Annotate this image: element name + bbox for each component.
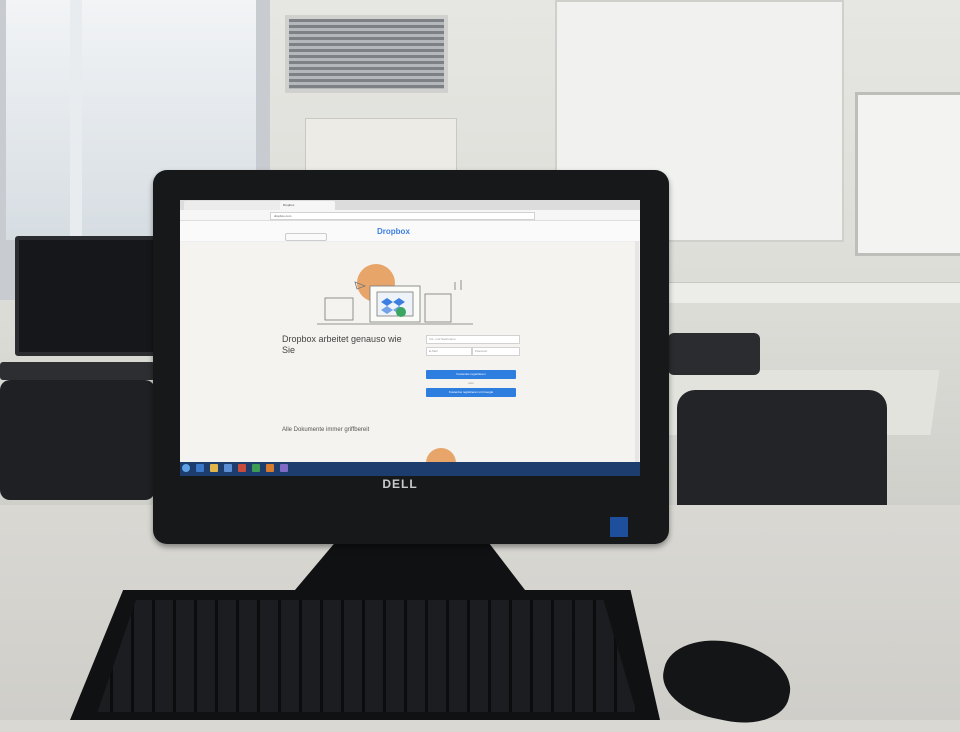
explorer-icon[interactable] [210, 464, 218, 472]
chair-left [0, 380, 155, 500]
intel-badge [610, 517, 628, 537]
whiteboard-secondary [855, 92, 960, 256]
wall-rail [665, 282, 960, 303]
google-register-button[interactable]: Kostenlos registrieren mit Google [426, 388, 516, 397]
app-icon[interactable] [280, 464, 288, 472]
left-monitor [15, 236, 173, 356]
app-icon[interactable] [238, 464, 246, 472]
ceiling-vent [285, 15, 448, 93]
chair-back-far [668, 333, 760, 375]
password-field[interactable]: Passwort [472, 347, 520, 356]
monitor-screen: Dropbox dropbox.com Dropbox Dropbox arbe… [180, 200, 640, 476]
ie-icon[interactable] [196, 464, 204, 472]
left-keyboard [0, 362, 155, 380]
register-button[interactable]: Kostenlos registrieren [426, 370, 516, 379]
monitor-brand-logo: DELL [382, 477, 418, 491]
or-divider: oder [467, 381, 474, 385]
browser-tab-active[interactable]: Dropbox [280, 201, 335, 210]
app-icon[interactable] [252, 464, 260, 472]
header-left-button[interactable] [285, 233, 327, 241]
address-bar[interactable]: dropbox.com [270, 212, 535, 220]
name-field[interactable]: Vor- und Nachname [426, 335, 520, 344]
keyboard-keys [97, 600, 637, 712]
hero-illustration [317, 280, 473, 325]
section-title: Alle Dokumente immer griffbereit [282, 427, 370, 433]
browser-tab[interactable] [230, 201, 285, 210]
hero-headline: Dropbox arbeitet genauso wie Sie [282, 334, 402, 355]
firefox-icon[interactable] [266, 464, 274, 472]
windows-taskbar [180, 462, 640, 476]
email-field[interactable]: E-Mail [426, 347, 472, 356]
start-button-icon[interactable] [182, 464, 190, 472]
app-icon[interactable] [224, 464, 232, 472]
dropbox-logo[interactable]: Dropbox [377, 227, 437, 236]
window-mullion [70, 0, 82, 240]
page-scrollbar[interactable] [635, 241, 639, 462]
